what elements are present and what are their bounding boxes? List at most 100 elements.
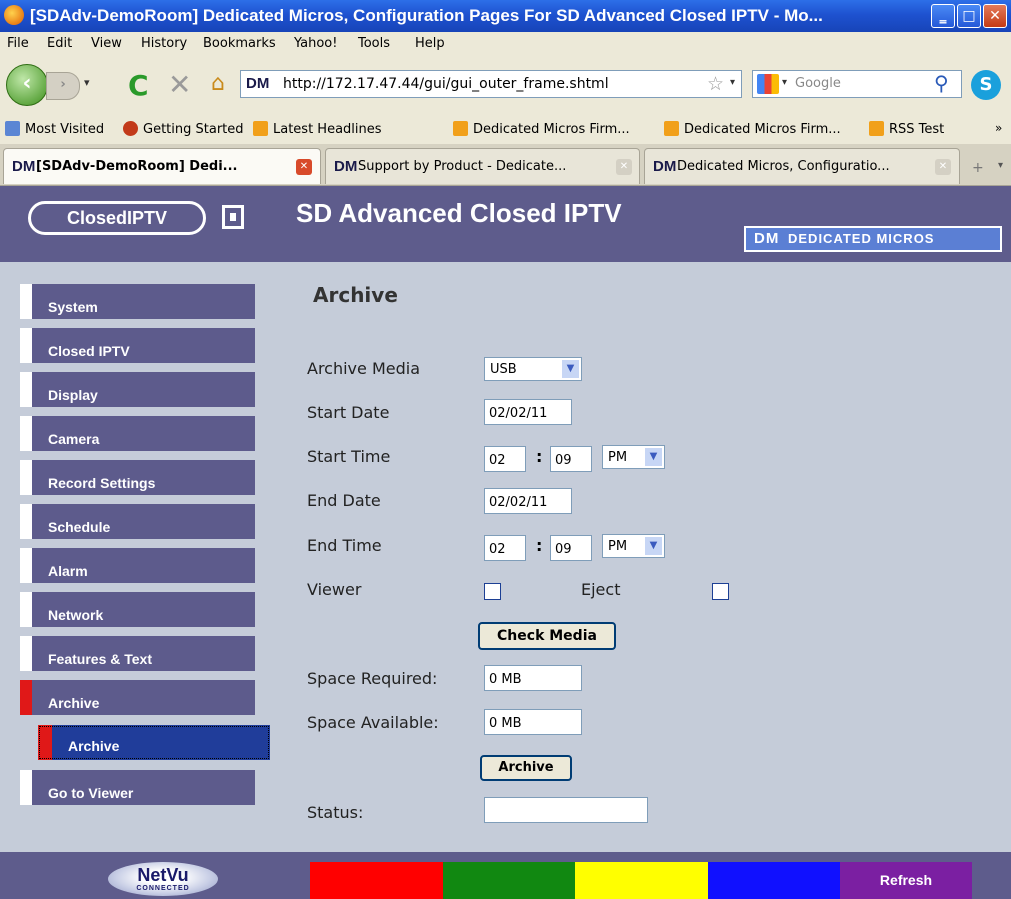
menu-bar: File Edit View History Bookmarks Yahoo! … <box>0 32 1011 56</box>
tab-list-icon[interactable]: ▾ <box>998 160 1003 171</box>
window-title-bar: [SDAdv-DemoRoom] Dedicated Micros, Confi… <box>0 0 1011 32</box>
viewer-label: Viewer <box>307 580 362 599</box>
bookmark-dm-firmware-2[interactable]: Dedicated Micros Firm... <box>664 121 841 137</box>
start-date-input[interactable]: 02/02/11 <box>484 399 572 425</box>
end-ampm-select[interactable]: PM ▼ <box>602 534 665 558</box>
more-bookmarks-chevron-icon[interactable]: » <box>995 121 1002 135</box>
home-icon[interactable]: ⌂ <box>211 71 225 96</box>
color-swatch-green[interactable] <box>443 862 576 899</box>
sidebar-item-record-settings[interactable]: Record Settings <box>20 460 255 495</box>
chevron-down-icon: ▼ <box>645 448 662 466</box>
space-available-label: Space Available: <box>307 713 439 732</box>
bookmark-most-visited[interactable]: Most Visited <box>5 121 104 137</box>
search-engine-dropdown-icon[interactable]: ▾ <box>782 77 787 88</box>
menu-help[interactable]: Help <box>415 36 445 51</box>
start-minute-input[interactable]: 09 <box>550 446 592 472</box>
closed-iptv-logo: ClosedIPTV <box>28 201 206 235</box>
sidebar-subitem-archive[interactable]: Archive <box>38 725 270 760</box>
new-tab-icon[interactable]: + <box>972 160 984 176</box>
tab-support-by-product[interactable]: DM Support by Product - Dedicate... ✕ <box>325 148 640 184</box>
tab-bar: DM [SDAdv-DemoRoom] Dedi... ✕ DM Support… <box>0 144 1011 186</box>
menu-bookmarks[interactable]: Bookmarks <box>203 36 276 51</box>
archive-media-select[interactable]: USB ▼ <box>484 357 582 381</box>
sidebar-item-archive[interactable]: Archive <box>20 680 255 715</box>
search-box[interactable]: ▾ Google ⚲ <box>752 70 962 98</box>
bookmark-getting-started[interactable]: Getting Started <box>123 121 244 137</box>
menu-view[interactable]: View <box>91 36 122 51</box>
history-dropdown-icon[interactable]: ▾ <box>84 76 90 89</box>
bookmark-rss-test[interactable]: RSS Test <box>869 121 944 137</box>
page-footer: NetVu CONNECTED Refresh <box>0 852 1011 899</box>
sidebar-item-features-text[interactable]: Features & Text <box>20 636 255 671</box>
url-bar[interactable]: DM http://172.17.47.44/gui/gui_outer_fra… <box>240 70 742 98</box>
lock-icon <box>222 205 244 229</box>
menu-yahoo[interactable]: Yahoo! <box>294 36 337 51</box>
menu-history[interactable]: History <box>141 36 187 51</box>
dm-favicon-icon: DM <box>12 158 36 175</box>
search-placeholder[interactable]: Google <box>795 76 841 91</box>
sidebar-item-schedule[interactable]: Schedule <box>20 504 255 539</box>
forward-arrow-icon[interactable]: › <box>46 72 80 100</box>
sidebar-item-camera[interactable]: Camera <box>20 416 255 451</box>
menu-edit[interactable]: Edit <box>47 36 72 51</box>
most-visited-icon <box>5 121 20 136</box>
sidebar-item-closed-iptv[interactable]: Closed IPTV <box>20 328 255 363</box>
sidebar-item-display[interactable]: Display <box>20 372 255 407</box>
rss-icon <box>664 121 679 136</box>
archive-button[interactable]: Archive <box>480 755 572 781</box>
page-header: ClosedIPTV SD Advanced Closed IPTV DM DE… <box>0 186 1011 262</box>
firefox-icon <box>4 5 24 25</box>
firefox-bookmark-icon <box>123 121 138 136</box>
maximize-button[interactable]: □ <box>957 4 981 28</box>
color-swatch-yellow[interactable] <box>575 862 708 899</box>
tab-close-icon[interactable]: ✕ <box>935 159 951 175</box>
refresh-button[interactable]: Refresh <box>840 862 972 899</box>
eject-checkbox[interactable] <box>712 583 729 600</box>
start-hour-input[interactable]: 02 <box>484 446 526 472</box>
viewer-checkbox[interactable] <box>484 583 501 600</box>
end-minute-input[interactable]: 09 <box>550 535 592 561</box>
start-time-label: Start Time <box>307 447 391 466</box>
bookmark-star-icon[interactable]: ☆ <box>707 73 724 95</box>
time-separator: : <box>536 536 543 555</box>
sidebar-item-alarm[interactable]: Alarm <box>20 548 255 583</box>
site-favicon: DM <box>246 75 270 92</box>
bookmark-latest-headlines[interactable]: Latest Headlines <box>253 121 382 137</box>
url-dropdown-icon[interactable]: ▾ <box>730 77 735 88</box>
rss-icon <box>453 121 468 136</box>
color-swatch-blue[interactable] <box>708 862 841 899</box>
tab-sdadv-demoroom[interactable]: DM [SDAdv-DemoRoom] Dedi... ✕ <box>3 148 321 184</box>
close-window-button[interactable]: ✕ <box>983 4 1007 28</box>
url-text[interactable]: http://172.17.47.44/gui/gui_outer_frame.… <box>283 76 609 92</box>
sidebar-item-go-to-viewer[interactable]: Go to Viewer <box>20 770 255 805</box>
skype-icon[interactable]: S <box>971 70 1001 100</box>
tab-close-icon[interactable]: ✕ <box>616 159 632 175</box>
status-field <box>484 797 648 823</box>
sidebar-item-network[interactable]: Network <box>20 592 255 627</box>
start-ampm-select[interactable]: PM ▼ <box>602 445 665 469</box>
end-time-label: End Time <box>307 536 382 555</box>
dm-logo-icon: DM <box>754 230 780 247</box>
tab-close-icon[interactable]: ✕ <box>296 159 312 175</box>
product-title: SD Advanced Closed IPTV <box>296 198 622 228</box>
end-date-input[interactable]: 02/02/11 <box>484 488 572 514</box>
window-title: [SDAdv-DemoRoom] Dedicated Micros, Confi… <box>30 6 823 25</box>
reload-icon[interactable]: C <box>128 69 149 102</box>
stop-icon[interactable]: ✕ <box>168 68 191 101</box>
sidebar-item-system[interactable]: System <box>20 284 255 319</box>
search-icon[interactable]: ⚲ <box>934 71 949 95</box>
tab-dedicated-micros-config[interactable]: DM Dedicated Micros, Configuratio... ✕ <box>644 148 960 184</box>
eject-label: Eject <box>581 580 621 599</box>
page-title: Archive <box>313 283 398 307</box>
bookmark-dm-firmware-1[interactable]: Dedicated Micros Firm... <box>453 121 630 137</box>
minimize-button[interactable]: ‗ <box>931 4 955 28</box>
menu-tools[interactable]: Tools <box>358 36 390 51</box>
space-required-field: 0 MB <box>484 665 582 691</box>
search-engine-icon[interactable] <box>757 74 779 94</box>
rss-icon <box>869 121 884 136</box>
color-swatch-red[interactable] <box>310 862 443 899</box>
check-media-button[interactable]: Check Media <box>478 622 616 650</box>
menu-file[interactable]: File <box>7 36 29 51</box>
back-arrow-icon[interactable]: ‹ <box>6 64 48 106</box>
end-hour-input[interactable]: 02 <box>484 535 526 561</box>
